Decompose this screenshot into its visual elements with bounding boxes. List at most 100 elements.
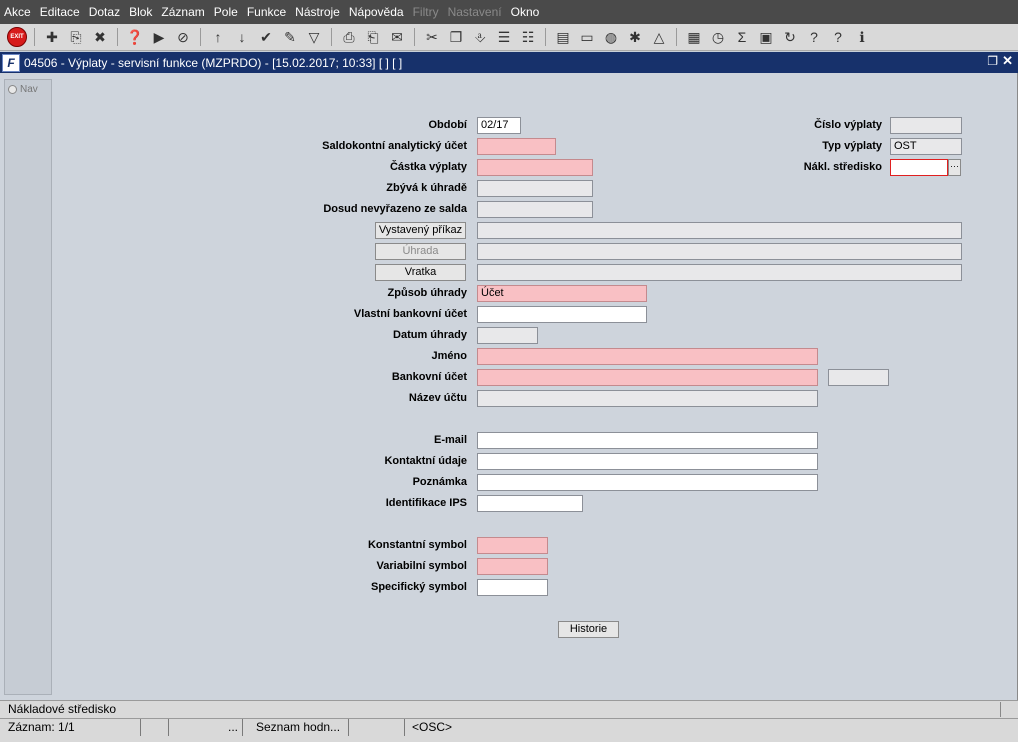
add-record-icon[interactable]: ✚ <box>41 26 63 48</box>
cislo-label: Číslo výplaty <box>814 119 882 131</box>
hint-text: Nákladové středisko <box>8 702 117 716</box>
variabilni-symbol-field[interactable] <box>477 558 548 575</box>
clock-icon[interactable]: ◷ <box>707 26 729 48</box>
restore-window-icon[interactable]: ❐ <box>987 54 998 68</box>
jmeno-field[interactable] <box>477 348 818 365</box>
columns-icon[interactable]: ☷ <box>517 26 539 48</box>
naklad-stredisko-field[interactable] <box>890 159 948 176</box>
zbyva-label: Zbývá k úhradě <box>386 182 467 194</box>
menu-dotaz[interactable]: Dotaz <box>89 5 120 19</box>
bankovni-ucet-field[interactable] <box>477 369 818 386</box>
help-context-icon[interactable]: ? <box>803 26 825 48</box>
graph-icon[interactable]: △ <box>648 26 670 48</box>
dosud-field <box>477 201 593 218</box>
query-icon[interactable]: ❓ <box>124 26 146 48</box>
tools-icon[interactable]: ✎ <box>279 26 301 48</box>
menu-filtry[interactable]: Filtry <box>413 5 439 19</box>
refresh-icon[interactable]: ↻ <box>779 26 801 48</box>
filter-icon[interactable]: ▽ <box>303 26 325 48</box>
print-preview-icon[interactable]: ⎗ <box>362 26 384 48</box>
specificky-label: Specifický symbol <box>371 581 467 593</box>
obdobi-field[interactable]: 02/17 <box>477 117 521 134</box>
cancel-query-icon[interactable]: ⊘ <box>172 26 194 48</box>
castka-field[interactable] <box>477 159 593 176</box>
historie-button[interactable]: Historie <box>558 621 619 638</box>
uhrada-field <box>477 243 962 260</box>
hint-endcap <box>1000 702 1004 717</box>
menu-blok[interactable]: Blok <box>129 5 152 19</box>
form-window: Nav Období 02/17 Saldokontní analytický … <box>0 73 1018 700</box>
app-logo-icon: F <box>2 53 20 72</box>
status-cell-5 <box>349 719 405 736</box>
chart-icon[interactable]: ▦ <box>683 26 705 48</box>
exit-badge: EXIT <box>7 27 27 47</box>
kontaktni-label: Kontaktní údaje <box>384 455 467 467</box>
copy-icon[interactable]: ❐ <box>445 26 467 48</box>
window-titlebar: F 04506 - Výplaty - servisní funkce (MZP… <box>0 52 1018 73</box>
sum-icon[interactable]: Σ <box>731 26 753 48</box>
print-icon[interactable]: ⎙ <box>338 26 360 48</box>
uhrada-button[interactable]: Úhrada <box>375 243 466 260</box>
nazev-label: Název účtu <box>408 392 467 404</box>
confirm-icon[interactable]: ✔ <box>255 26 277 48</box>
paste-icon[interactable]: ⎀ <box>469 26 491 48</box>
settings-wheel-icon[interactable]: ✱ <box>624 26 646 48</box>
mail-icon[interactable]: ✉ <box>386 26 408 48</box>
vlastni-ucet-field[interactable] <box>477 306 647 323</box>
obdobi-label: Období <box>428 119 468 131</box>
vystaveny-prikaz-field <box>477 222 962 239</box>
saldokontni-field[interactable] <box>477 138 556 155</box>
payment-form: Období 02/17 Saldokontní analytický účet… <box>0 73 1018 700</box>
menu-akce[interactable]: Akce <box>4 5 31 19</box>
menu-nastroje[interactable]: Nástroje <box>295 5 340 19</box>
menu-funkce[interactable]: Funkce <box>247 5 286 19</box>
menu-okno[interactable]: Okno <box>511 5 540 19</box>
close-window-icon[interactable]: ✕ <box>1002 53 1013 69</box>
menu-pole[interactable]: Pole <box>214 5 238 19</box>
kontaktni-udaje-field[interactable] <box>477 453 818 470</box>
datum-uhrady-field <box>477 327 538 344</box>
vratka-button[interactable]: Vratka <box>375 264 466 281</box>
globe-icon[interactable]: ◍ <box>600 26 622 48</box>
email-field[interactable] <box>477 432 818 449</box>
lov-button[interactable]: ··· <box>948 159 961 176</box>
toolbar-separator <box>117 28 118 46</box>
identifikace-ips-field[interactable] <box>477 495 583 512</box>
jmeno-label: Jméno <box>431 350 467 362</box>
mode-indicator: <OSC> <box>412 720 453 734</box>
poznamka-field[interactable] <box>477 474 818 491</box>
poznamka-label: Poznámka <box>412 476 467 488</box>
sort-asc-icon[interactable]: ↑ <box>207 26 229 48</box>
info-icon[interactable]: ℹ <box>851 26 873 48</box>
zbyva-field <box>477 180 593 197</box>
help-icon[interactable]: ? <box>827 26 849 48</box>
toolbar-separator <box>331 28 332 46</box>
zpusob-uhrady-field[interactable]: Účet <box>477 285 647 302</box>
bankovni-label: Bankovní účet <box>391 371 467 383</box>
cut-icon[interactable]: ✂ <box>421 26 443 48</box>
clipboard-icon[interactable]: ▤ <box>552 26 574 48</box>
dosud-label: Dosud nevyřazeno ze salda <box>323 203 467 215</box>
vlastni-label: Vlastní bankovní účet <box>353 308 467 320</box>
konstantni-symbol-field[interactable] <box>477 537 548 554</box>
delete-record-icon[interactable]: ✖ <box>89 26 111 48</box>
menu-zaznam[interactable]: Záznam <box>161 5 204 19</box>
menu-editace[interactable]: Editace <box>40 5 80 19</box>
konstantni-label: Konstantní symbol <box>367 539 467 551</box>
list-icon[interactable]: ☰ <box>493 26 515 48</box>
copy-record-icon[interactable]: ⎘ <box>65 26 87 48</box>
vratka-field <box>477 264 962 281</box>
window-title: 04506 - Výplaty - servisní funkce (MZPRD… <box>24 55 403 70</box>
vystaveny-prikaz-button[interactable]: Vystavený příkaz <box>375 222 466 239</box>
sort-desc-icon[interactable]: ↓ <box>231 26 253 48</box>
toolbar-separator <box>200 28 201 46</box>
status-cell-2 <box>141 719 169 736</box>
specificky-symbol-field[interactable] <box>477 579 548 596</box>
exit-icon[interactable]: EXIT <box>6 26 28 48</box>
menu-napoveda[interactable]: Nápověda <box>349 5 404 19</box>
menu-nastaveni[interactable]: Nastavení <box>448 5 502 19</box>
email-label: E-mail <box>433 434 467 446</box>
execute-query-icon[interactable]: ▶ <box>148 26 170 48</box>
document-icon[interactable]: ▭ <box>576 26 598 48</box>
excel-icon[interactable]: ▣ <box>755 26 777 48</box>
